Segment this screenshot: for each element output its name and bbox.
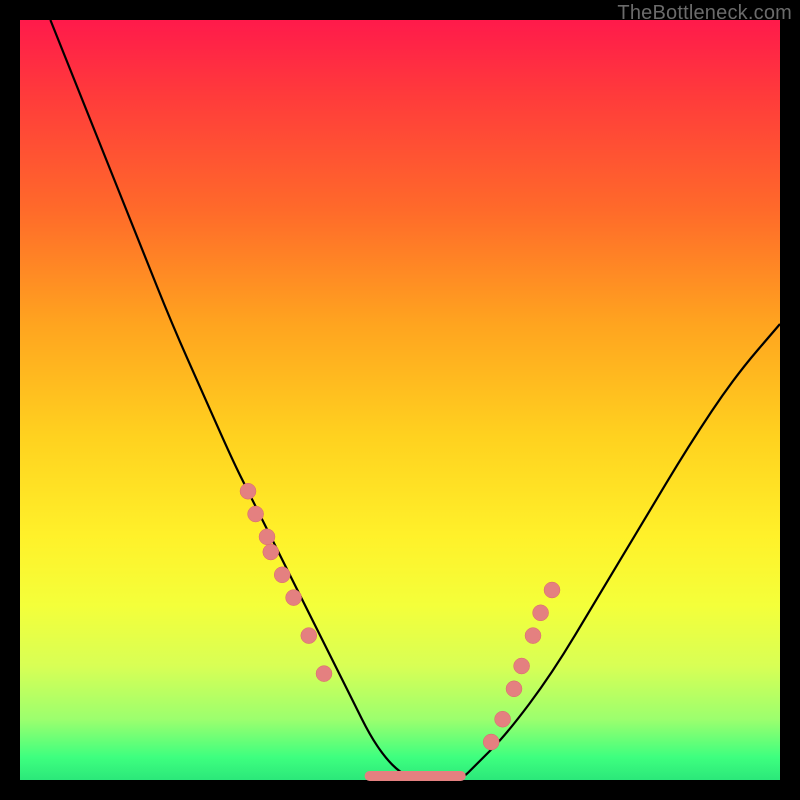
marker-dot: [301, 628, 317, 644]
marker-dot: [544, 582, 560, 598]
marker-dot: [263, 544, 279, 560]
marker-dot: [514, 658, 530, 674]
marker-dot: [483, 734, 499, 750]
marker-dot: [248, 506, 264, 522]
marker-dot: [286, 590, 302, 606]
data-markers: [240, 483, 560, 776]
marker-dot: [495, 711, 511, 727]
bottleneck-curve: [50, 20, 780, 780]
plot-area: [20, 20, 780, 780]
marker-dot: [259, 529, 275, 545]
marker-dot: [506, 681, 522, 697]
marker-dot: [274, 567, 290, 583]
marker-dot: [316, 666, 332, 682]
marker-dot: [533, 605, 549, 621]
marker-dot: [240, 483, 256, 499]
curve-layer: [20, 20, 780, 780]
marker-dot: [525, 628, 541, 644]
chart-frame: TheBottleneck.com: [0, 0, 800, 800]
